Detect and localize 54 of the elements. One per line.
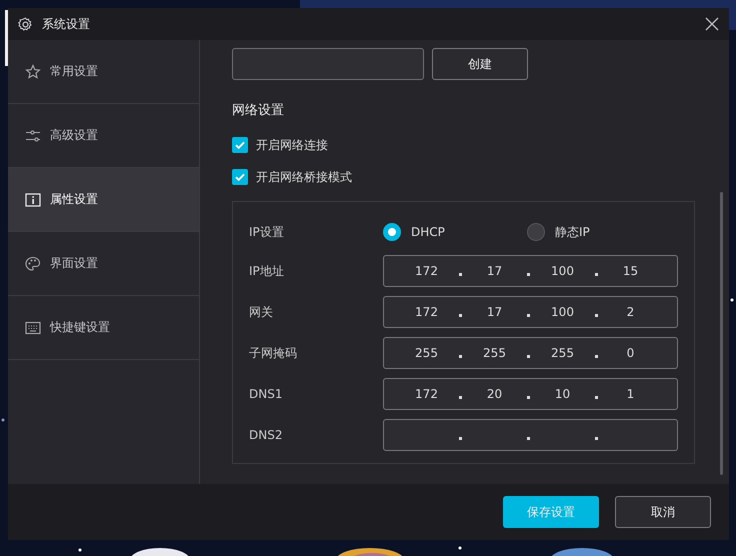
radio-label: 静态IP — [555, 224, 590, 240]
checkmark-icon — [234, 139, 246, 151]
radio-button[interactable] — [527, 223, 545, 241]
ip-address-field[interactable]: 172 17 100 2 — [383, 296, 678, 328]
field-label: IP地址 — [249, 262, 285, 280]
octet-value: 255 — [415, 346, 438, 360]
octet-value: 100 — [551, 305, 574, 319]
octet-value: 172 — [415, 305, 438, 319]
ip-address-field[interactable]: 172 17 100 15 — [383, 255, 678, 287]
create-button[interactable]: 创建 — [432, 48, 528, 80]
octet-value: 10 — [554, 387, 570, 401]
radio-label: DHCP — [411, 225, 445, 239]
settings-icon — [18, 16, 33, 32]
sidebar-item[interactable]: 快捷键设置 — [8, 296, 199, 360]
checkbox[interactable] — [232, 169, 248, 185]
info-icon — [25, 192, 41, 208]
keyboard-icon — [25, 320, 41, 336]
checkbox[interactable] — [232, 137, 248, 153]
octet-value: 17 — [486, 305, 502, 319]
section-heading: 网络设置 — [232, 102, 285, 120]
octet-value: 1 — [626, 387, 634, 401]
ip-address-field[interactable]: 255 255 255 0 — [383, 337, 678, 369]
octet-value: 2 — [626, 305, 634, 319]
octet-value: 20 — [486, 387, 502, 401]
sliders-icon — [25, 128, 41, 144]
scrollbar[interactable] — [720, 192, 723, 475]
window-title: 系统设置 — [42, 16, 90, 32]
octet-value: 172 — [415, 264, 438, 278]
ip-address-field[interactable]: 172 20 10 1 — [383, 378, 678, 410]
sidebar-item[interactable]: 界面设置 — [8, 232, 199, 296]
checkbox-label: 开启网络桥接模式 — [256, 168, 352, 186]
field-label: 网关 — [249, 304, 274, 320]
cancel-button[interactable]: 取消 — [615, 496, 711, 528]
field-label: IP设置 — [249, 224, 285, 240]
radio-button[interactable] — [383, 223, 401, 241]
name-input-field[interactable] — [232, 48, 424, 80]
field-label: DNS2 — [249, 428, 284, 442]
sidebar-item[interactable]: 属性设置 — [8, 168, 199, 232]
close-icon[interactable] — [705, 17, 719, 31]
sidebar-item[interactable]: 常用设置 — [8, 40, 199, 104]
octet-value: 255 — [483, 346, 506, 360]
checkmark-icon — [234, 171, 246, 183]
ip-address-field[interactable] — [383, 419, 678, 451]
field-label: 子网掩码 — [249, 344, 298, 362]
octet-value: 17 — [486, 264, 502, 278]
palette-icon — [25, 256, 41, 272]
octet-value: 172 — [415, 387, 438, 401]
checkbox-label: 开启网络连接 — [256, 136, 328, 154]
octet-value: 0 — [626, 346, 634, 360]
field-label: DNS1 — [249, 387, 284, 401]
octet-value: 100 — [551, 264, 574, 278]
octet-value: 255 — [551, 346, 574, 360]
star-icon — [25, 64, 41, 80]
octet-value: 15 — [622, 264, 638, 278]
